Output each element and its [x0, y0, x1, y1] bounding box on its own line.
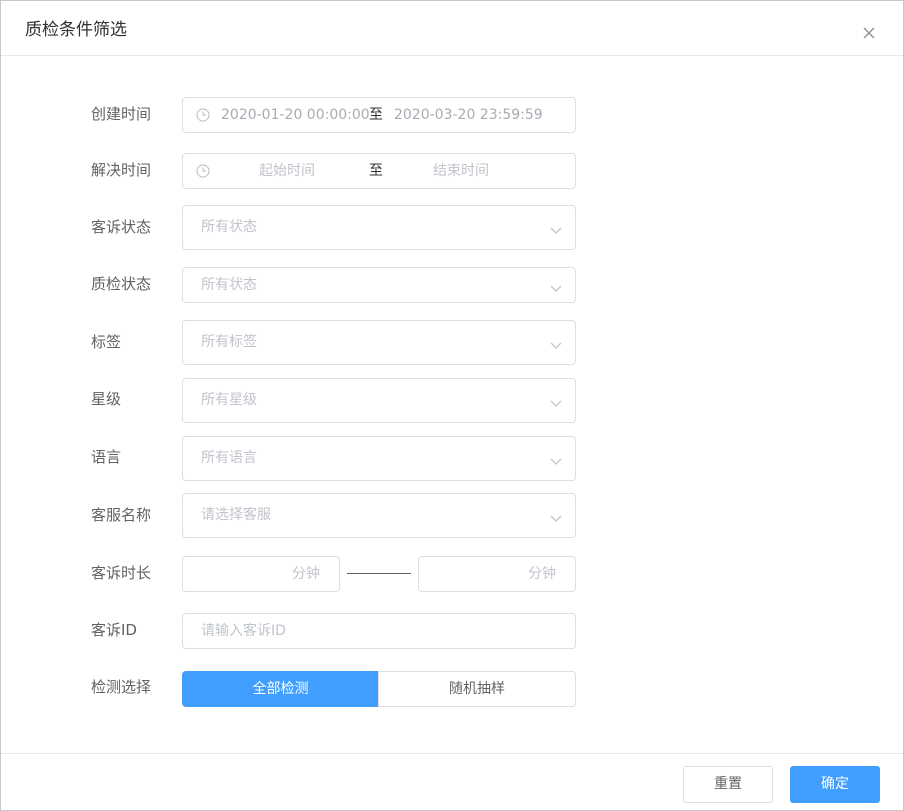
- range-separator: 至: [369, 163, 383, 179]
- tag-label: 标签: [91, 333, 122, 351]
- complaint-status-label: 客诉状态: [91, 218, 152, 236]
- duration-range-dash: [347, 573, 411, 574]
- resolve-time-range-picker[interactable]: 起始时间 至 结束时间: [182, 153, 576, 189]
- detection-option-random[interactable]: 随机抽样: [378, 671, 576, 707]
- qc-status-select[interactable]: 所有状态: [182, 267, 576, 303]
- language-select[interactable]: 所有语言: [182, 436, 576, 481]
- detection-label: 检测选择: [91, 678, 152, 696]
- chevron-down-icon: [550, 515, 562, 522]
- tag-placeholder: 所有标签: [201, 334, 257, 350]
- create-time-end[interactable]: 2020-03-20 23:59:59: [394, 105, 543, 125]
- chevron-down-icon: [550, 285, 562, 292]
- agent-select[interactable]: 请选择客服: [182, 493, 576, 538]
- language-placeholder: 所有语言: [201, 450, 257, 466]
- chevron-down-icon: [550, 342, 562, 349]
- star-select[interactable]: 所有星级: [182, 378, 576, 423]
- create-time-start[interactable]: 2020-01-20 00:00:00: [221, 105, 370, 125]
- resolve-time-end[interactable]: 结束时间: [433, 161, 489, 181]
- duration-max-input[interactable]: 分钟: [418, 556, 576, 592]
- qc-status-placeholder: 所有状态: [201, 277, 257, 293]
- range-separator: 至: [369, 107, 383, 123]
- complaint-id-placeholder: 请输入客诉ID: [201, 623, 286, 639]
- complaint-status-placeholder: 所有状态: [201, 219, 257, 235]
- create-time-label: 创建时间: [91, 105, 152, 123]
- language-label: 语言: [91, 448, 122, 466]
- resolve-time-start[interactable]: 起始时间: [259, 161, 315, 181]
- detection-option-all[interactable]: 全部检测: [182, 671, 379, 707]
- create-time-range-picker[interactable]: 2020-01-20 00:00:00 至 2020-03-20 23:59:5…: [182, 97, 576, 133]
- duration-min-input[interactable]: 分钟: [182, 556, 340, 592]
- clock-icon: [196, 108, 210, 122]
- star-placeholder: 所有星级: [201, 392, 257, 408]
- chevron-down-icon: [550, 227, 562, 234]
- star-label: 星级: [91, 390, 122, 408]
- chevron-down-icon: [550, 458, 562, 465]
- qc-status-label: 质检状态: [91, 275, 152, 293]
- chevron-down-icon: [550, 400, 562, 407]
- duration-max-unit: 分钟: [528, 566, 556, 582]
- close-icon[interactable]: [861, 25, 877, 41]
- dialog-title: 质检条件筛选: [25, 20, 127, 40]
- reset-button[interactable]: 重置: [683, 766, 773, 803]
- tag-select[interactable]: 所有标签: [182, 320, 576, 365]
- resolve-time-label: 解决时间: [91, 161, 152, 179]
- agent-label: 客服名称: [91, 506, 152, 524]
- duration-label: 客诉时长: [91, 564, 152, 582]
- complaint-id-input[interactable]: 请输入客诉ID: [182, 613, 576, 649]
- confirm-button[interactable]: 确定: [790, 766, 880, 803]
- filter-dialog: 质检条件筛选 创建时间 2020-01-20 00:00:00 至 2020-0…: [0, 0, 904, 811]
- complaint-status-select[interactable]: 所有状态: [182, 205, 576, 250]
- dialog-header: 质检条件筛选: [1, 1, 903, 56]
- duration-min-unit: 分钟: [292, 566, 320, 582]
- clock-icon: [196, 164, 210, 178]
- complaint-id-label: 客诉ID: [91, 621, 137, 639]
- agent-placeholder: 请选择客服: [201, 507, 271, 523]
